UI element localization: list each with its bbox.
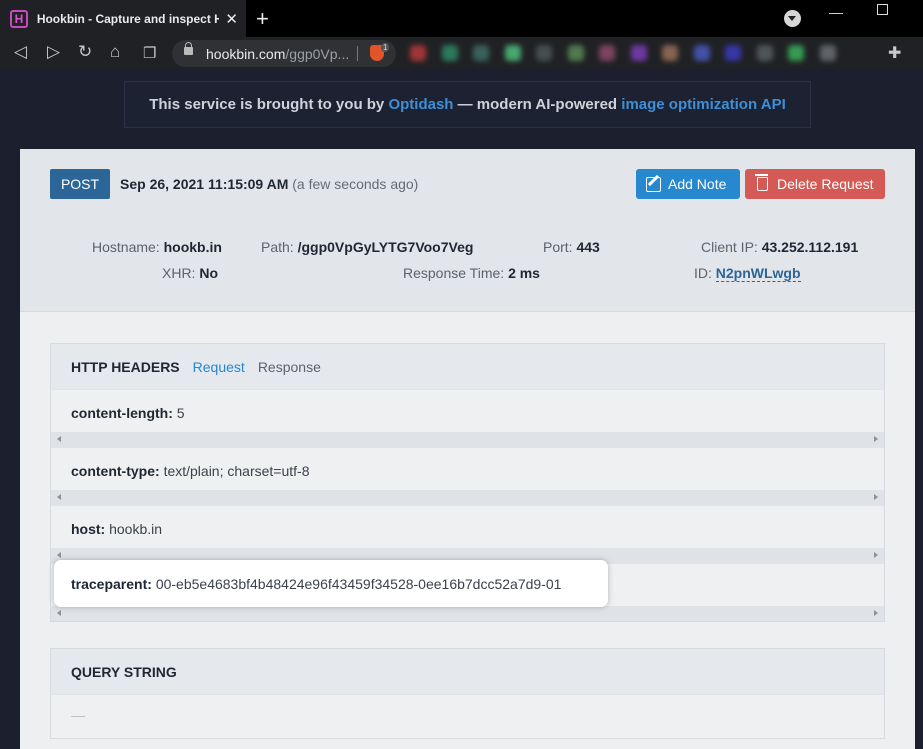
extension-icon[interactable]: [662, 45, 678, 61]
hostname-field: Hostname: hookb.in: [92, 239, 222, 255]
banner-middle: — modern AI-powered: [457, 96, 618, 113]
horizontal-scrollbar[interactable]: [51, 606, 884, 621]
traceparent-highlight: traceparent: 00-eb5e4683bf4b48424e96f434…: [54, 560, 608, 607]
scroll-right-icon[interactable]: [874, 494, 878, 500]
extension-icon[interactable]: [504, 45, 521, 61]
edit-icon: [646, 176, 661, 192]
forward-icon[interactable]: ▷: [47, 42, 60, 62]
bookmark-icon[interactable]: ❒: [143, 44, 156, 62]
scroll-left-icon[interactable]: [57, 610, 61, 616]
add-note-button[interactable]: Add Note: [636, 169, 740, 199]
http-headers-header: HTTP HEADERS Request Response: [51, 344, 884, 389]
banner-prefix: This service is brought to you by: [149, 96, 385, 113]
tab-response[interactable]: Response: [258, 359, 321, 375]
scroll-right-icon[interactable]: [874, 552, 878, 558]
url-text: hookbin.com/ggp0Vp...: [206, 46, 350, 62]
header-row: content-type: text/plain; charset=utf-8: [51, 447, 884, 505]
image-optimization-link[interactable]: image optimization API: [621, 96, 785, 113]
scroll-left-icon[interactable]: [57, 552, 61, 558]
header-value: 00-eb5e4683bf4b48424e96f43459f34528-0ee1…: [155, 576, 562, 592]
header-key: content-length:: [71, 405, 173, 421]
extension-icon[interactable]: [536, 45, 552, 61]
panel-title: HTTP HEADERS: [71, 358, 180, 375]
delete-request-button[interactable]: Delete Request: [745, 169, 885, 199]
address-bar[interactable]: hookbin.com/ggp0Vp... 1: [172, 40, 396, 67]
reload-icon[interactable]: ↻: [78, 42, 92, 62]
extension-icon[interactable]: [756, 45, 773, 61]
page-content: This service is brought to you by Optida…: [0, 69, 923, 749]
query-string-panel: QUERY STRING —: [50, 648, 885, 739]
scroll-left-icon[interactable]: [57, 436, 61, 442]
xhr-field: XHR: No: [162, 265, 219, 281]
lock-icon: [184, 42, 193, 55]
browser-toolbar: ◁ ▷ ↻ ⌂ ❒ hookbin.com/ggp0Vp... 1: [0, 37, 923, 69]
header-value: 5: [176, 405, 185, 421]
scroll-left-icon[interactable]: [57, 494, 61, 500]
extension-icon[interactable]: [441, 45, 458, 61]
request-datetime: Sep 26, 2021 11:15:09 AM (a few seconds …: [120, 176, 419, 192]
tab-request[interactable]: Request: [193, 359, 245, 375]
extension-icon[interactable]: [725, 45, 741, 61]
method-badge: POST: [50, 169, 110, 199]
extension-icon[interactable]: [819, 45, 836, 61]
extension-icon[interactable]: [630, 45, 647, 61]
panel-title: QUERY STRING: [71, 663, 177, 680]
scroll-right-icon[interactable]: [874, 436, 878, 442]
minimize-icon[interactable]: —: [829, 4, 843, 20]
extension-icon[interactable]: [473, 45, 489, 61]
extension-icon[interactable]: [410, 45, 426, 61]
extension-icon[interactable]: [788, 45, 804, 61]
request-card: POST Sep 26, 2021 11:15:09 AM (a few sec…: [20, 149, 915, 749]
header-key: host:: [71, 521, 106, 537]
header-key: content-type:: [71, 463, 160, 479]
client-ip-field: Client IP: 43.252.112.191: [701, 239, 859, 255]
optidash-link[interactable]: Optidash: [388, 96, 453, 113]
header-value: text/plain; charset=utf-8: [163, 463, 310, 479]
horizontal-scrollbar[interactable]: [51, 432, 884, 447]
new-tab-plus-icon[interactable]: +: [256, 6, 269, 32]
tab-search-icon[interactable]: [784, 10, 801, 27]
header-row: host: hookb.in: [51, 505, 884, 563]
trash-icon: [755, 174, 768, 191]
maximize-icon[interactable]: [877, 4, 888, 15]
request-summary: POST Sep 26, 2021 11:15:09 AM (a few sec…: [20, 149, 915, 312]
shields-count-badge: 1: [381, 43, 390, 52]
horizontal-scrollbar[interactable]: [51, 490, 884, 505]
query-string-header: QUERY STRING: [51, 649, 884, 694]
extension-icon[interactable]: [599, 45, 615, 61]
path-field: Path: /ggp0VpGyLYTG7Voo7Veg: [261, 239, 474, 255]
extension-icon[interactable]: [567, 45, 584, 61]
request-id-link[interactable]: N2pnWLwgb: [715, 265, 801, 282]
close-icon[interactable]: ✕: [225, 10, 238, 28]
response-time-field: Response Time: 2 ms: [403, 265, 540, 281]
sponsor-banner: This service is brought to you by Optida…: [124, 81, 811, 128]
extensions-puzzle-icon[interactable]: ✚: [888, 43, 901, 63]
url-divider: [357, 46, 358, 61]
home-icon[interactable]: ⌂: [110, 42, 120, 62]
hookbin-favicon-icon: H: [10, 9, 28, 28]
active-tab[interactable]: H Hookbin - Capture and inspect HTTP ✕: [0, 0, 246, 37]
port-field: Port: 443: [543, 239, 600, 255]
extension-icon[interactable]: [693, 45, 710, 61]
empty-indicator: —: [71, 707, 85, 723]
tab-title: Hookbin - Capture and inspect HTTP: [36, 11, 220, 26]
tab-strip: H Hookbin - Capture and inspect HTTP ✕ +…: [0, 0, 923, 37]
header-row: content-length: 5: [51, 389, 884, 447]
query-string-body: —: [51, 694, 884, 738]
header-key: traceparent:: [71, 576, 152, 592]
scroll-right-icon[interactable]: [874, 610, 878, 616]
back-icon[interactable]: ◁: [14, 42, 27, 62]
header-value: hookb.in: [109, 521, 163, 537]
id-field: ID: N2pnWLwgb: [694, 265, 801, 282]
